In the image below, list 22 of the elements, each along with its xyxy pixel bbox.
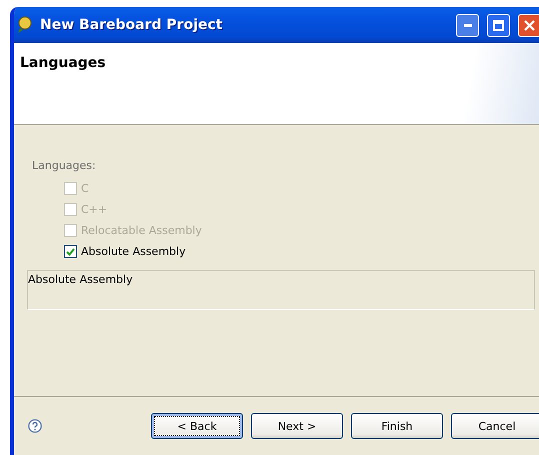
help-icon[interactable] [28,417,42,435]
close-icon [524,20,535,30]
dialog-button[interactable]: Cancel [451,413,539,439]
close-button[interactable] [518,14,539,36]
page-title: Languages [20,55,106,71]
checkbox-label: Absolute Assembly [81,245,186,258]
checkbox-label: Relocatable Assembly [81,224,202,237]
dialog-button[interactable]: Next > [251,413,343,439]
app-icon [16,16,34,34]
description-text: Absolute Assembly [28,273,133,286]
check-icon [66,248,75,256]
minimize-button[interactable] [456,14,479,36]
dialog-button[interactable]: < Back [151,413,243,439]
minimize-icon [464,24,472,26]
languages-label: Languages: [32,159,97,172]
maximize-button[interactable] [487,14,510,36]
checkbox-label: C++ [81,203,108,216]
maximize-icon [493,20,504,30]
checkbox[interactable] [64,245,77,258]
checkbox-label: C [81,182,89,195]
dialog-button[interactable]: Finish [351,413,443,439]
window-title: New Bareboard Project [40,17,224,33]
